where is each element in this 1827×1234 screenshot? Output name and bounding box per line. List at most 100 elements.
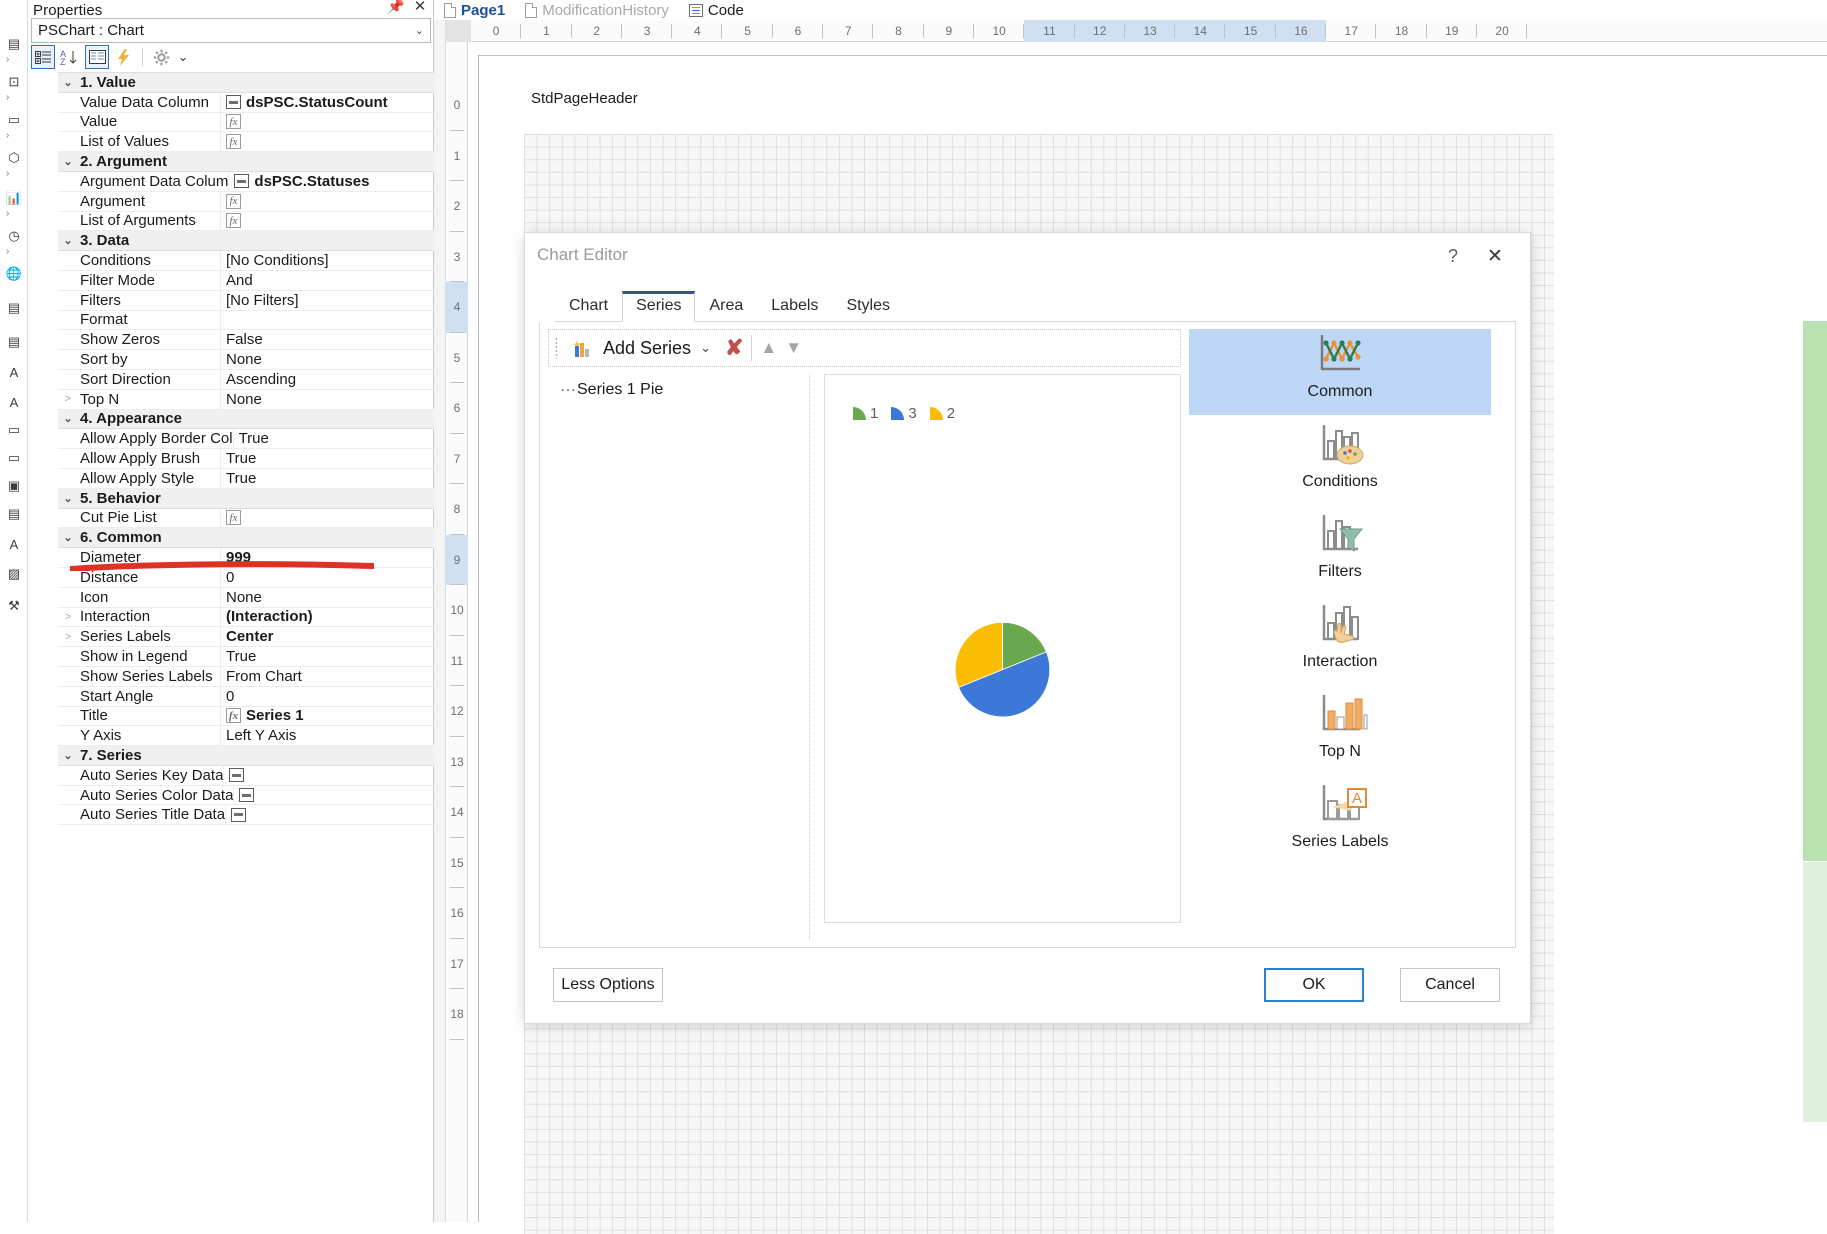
rail-item-common[interactable]: Common (1189, 329, 1491, 415)
property-value-cell[interactable]: fx Series 1 (221, 707, 459, 724)
ok-button[interactable]: OK (1264, 968, 1364, 1002)
property-value-cell[interactable]: None (221, 391, 459, 408)
property-value-cell[interactable]: True (234, 430, 459, 447)
property-row[interactable]: Icon None (58, 587, 459, 608)
properties-toolbar[interactable]: AZ ⌄ (31, 44, 431, 70)
series-tree-item[interactable]: ⋯ Series 1 Pie (548, 380, 809, 400)
property-value-cell[interactable]: fx (221, 114, 459, 130)
property-row[interactable]: Filter Mode And (58, 270, 459, 291)
rail-item-conditions[interactable]: Conditions (1189, 419, 1491, 505)
chart-editor-dialog[interactable]: Chart Editor ? ✕ Chart Series Area Labels St… (525, 233, 1530, 1023)
property-value-cell[interactable] (234, 788, 459, 803)
series-option-rail[interactable]: Common Conditions Filters Interaction Top N A… (1189, 329, 1507, 939)
fx-icon[interactable]: fx (226, 114, 241, 130)
close-icon[interactable]: ✕ (1480, 241, 1510, 271)
chevron-right-icon[interactable]: > (58, 393, 78, 405)
textbox-tool-icon[interactable]: ⊡ (2, 70, 26, 94)
gear-icon[interactable] (149, 45, 173, 69)
property-value-cell[interactable]: None (221, 589, 459, 606)
property-row[interactable]: Sort by None (58, 350, 459, 370)
delete-x-icon[interactable]: ✘ (725, 335, 743, 361)
property-row[interactable]: Argument Data Colum dsPSC.Statuses (58, 171, 459, 192)
property-value-cell[interactable]: 0 (221, 569, 459, 586)
horizontal-ruler[interactable]: 0 1 2 3 4 5 6 7 8 9 10 11 12 13 14 15 16 17 18 19 20 (446, 19, 1827, 42)
dialog-tab-labels[interactable]: Labels (757, 293, 832, 322)
dialog-tab-area[interactable]: Area (695, 293, 757, 322)
dialog-tab-series[interactable]: Series (622, 291, 696, 322)
alphabetical-sort-icon[interactable]: AZ (58, 45, 82, 69)
property-row[interactable]: Auto Series Color Data (58, 785, 459, 806)
fx-icon[interactable]: fx (226, 213, 241, 229)
arrow-down-icon[interactable]: ▼ (785, 338, 802, 358)
property-row[interactable]: Cut Pie List fx (58, 508, 459, 529)
shape-tool-icon[interactable]: ⬡ (2, 146, 26, 170)
tools-wrench-icon[interactable]: ⚒ (2, 594, 26, 618)
chevron-down-icon[interactable]: ⌄ (58, 234, 78, 247)
property-group-header[interactable]: ⌄ 2. Argument (58, 152, 459, 172)
property-value-cell[interactable] (224, 768, 459, 783)
property-row[interactable]: Show Series Labels From Chart (58, 666, 459, 687)
gear-dropdown-caret-icon[interactable]: ⌄ (176, 45, 190, 69)
fx-icon[interactable]: fx (226, 134, 241, 150)
events-lightning-icon[interactable] (112, 45, 136, 69)
rail-item-filters[interactable]: Filters (1189, 509, 1491, 595)
map-tool-icon[interactable]: 🌐 (2, 262, 26, 286)
property-row[interactable]: Start Angle 0 (58, 686, 459, 707)
chevron-right-icon[interactable]: › (6, 130, 9, 141)
column-icon[interactable] (239, 788, 255, 803)
property-row[interactable]: Filters [No Filters] (58, 290, 459, 311)
property-value-cell[interactable]: fx (221, 213, 459, 229)
property-row[interactable]: Auto Series Title Data (58, 805, 459, 826)
property-value-cell[interactable]: dsPSC.StatusCount (221, 94, 459, 111)
help-question-icon[interactable]: ? (1438, 241, 1468, 271)
chevron-down-icon[interactable]: ⌄ (415, 24, 424, 37)
chart-preview-pane[interactable]: 132 (824, 374, 1181, 923)
property-row[interactable]: Auto Series Key Data (58, 765, 459, 786)
series-tree[interactable]: ⋯ Series 1 Pie (548, 374, 810, 939)
column-icon[interactable] (234, 174, 250, 189)
property-value-cell[interactable]: True (221, 470, 459, 487)
property-value-cell[interactable]: dsPSC.Statuses (229, 173, 459, 190)
property-group-header[interactable]: ⌄ 5. Behavior (58, 488, 459, 509)
property-group-header[interactable]: ⌄ 7. Series (58, 746, 459, 766)
property-row[interactable]: Distance 0 (58, 567, 459, 588)
property-row[interactable]: Conditions [No Conditions] (58, 251, 459, 271)
document-tab-code[interactable]: Code (679, 0, 754, 20)
property-row[interactable]: List of Arguments fx (58, 211, 459, 232)
property-value-cell[interactable]: 0 (221, 688, 459, 705)
chevron-down-icon[interactable]: ⌄ (700, 340, 711, 356)
fx-icon[interactable]: fx (226, 708, 241, 724)
property-value-cell[interactable]: fx (221, 193, 459, 209)
property-row[interactable]: Allow Apply Brush True (58, 449, 459, 469)
chevron-right-icon[interactable]: › (6, 208, 9, 219)
chevron-down-icon[interactable]: ⌄ (58, 76, 78, 89)
property-row[interactable]: Sort Direction Ascending (58, 369, 459, 390)
property-row[interactable]: Show in Legend True (58, 647, 459, 667)
property-value-cell[interactable]: From Chart (221, 668, 459, 685)
property-row[interactable]: Allow Apply Style True (58, 468, 459, 489)
chevron-right-icon[interactable]: › (6, 54, 9, 65)
fx-icon[interactable]: fx (226, 510, 241, 526)
property-value-cell[interactable]: [No Filters] (221, 292, 459, 309)
property-value-cell[interactable]: (Interaction) (221, 608, 459, 625)
property-value-cell[interactable]: 999 (221, 549, 459, 566)
table-tool-icon[interactable]: ▤ (2, 296, 26, 320)
fx-icon[interactable]: fx (226, 193, 241, 209)
property-value-cell[interactable]: None (221, 351, 459, 368)
chevron-down-icon[interactable]: ⌄ (58, 531, 78, 544)
property-row[interactable]: Show Zeros False (58, 330, 459, 351)
series-toolbar[interactable]: Add Series ⌄ ✘ ▲ ▼ (548, 329, 1181, 367)
property-pages-icon[interactable] (85, 45, 109, 69)
toolbox-pointer-icon[interactable]: ▤ (2, 32, 26, 56)
property-value-cell[interactable]: Left Y Axis (221, 727, 459, 744)
property-row[interactable]: > Top N None (58, 389, 459, 410)
property-value-cell[interactable]: Ascending (221, 371, 459, 388)
property-row[interactable]: Allow Apply Border Col True (58, 429, 459, 450)
label-tool-icon[interactable]: ▭ (2, 108, 26, 132)
rect-tool-icon[interactable]: ▭ (2, 446, 26, 470)
chevron-down-icon[interactable]: ⌄ (58, 492, 78, 505)
pin-icon[interactable]: 📌 (386, 0, 406, 16)
rail-item-interaction[interactable]: Interaction (1189, 599, 1491, 685)
property-value-cell[interactable]: True (221, 450, 459, 467)
property-group-header[interactable]: ⌄ 3. Data (58, 231, 459, 252)
